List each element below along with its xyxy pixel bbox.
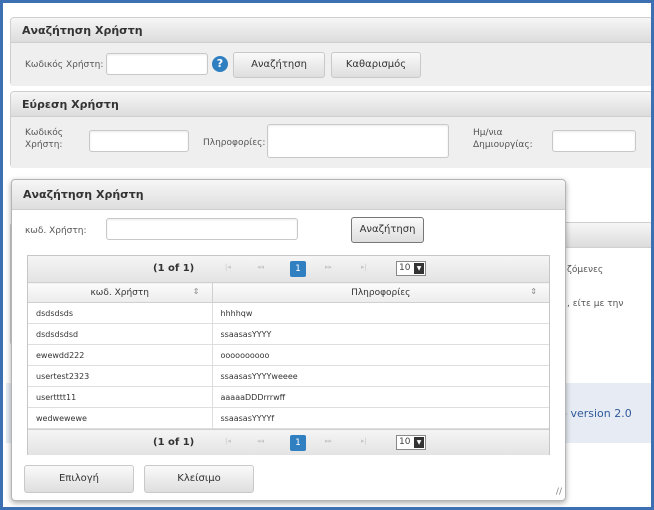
date-input[interactable]: [552, 130, 636, 152]
search-panel-body: Κωδικός Χρήστη: ? Αναζήτηση Καθαρισμός: [11, 43, 651, 86]
page-info: (1 of 1): [153, 437, 195, 448]
page-info: (1 of 1): [153, 263, 195, 274]
find-code-input[interactable]: [89, 130, 189, 152]
search-panel-title: Αναζήτηση Χρήστη: [11, 18, 651, 43]
cell-user-info: ssaasasYYYYweeee: [212, 365, 549, 387]
dialog-code-input[interactable]: [106, 218, 298, 240]
find-code-label-line1: Κωδικός: [25, 128, 64, 138]
table-row[interactable]: usertttt11 aaaaaDDDrrrwff: [28, 386, 549, 408]
prev-page-icon[interactable]: ◂◂: [257, 263, 264, 271]
rows-per-page-value: 10: [399, 263, 411, 273]
sort-icon[interactable]: ⇕: [193, 287, 200, 296]
dialog-title: Αναζήτηση Χρήστη: [12, 180, 565, 210]
select-button[interactable]: Επιλογή: [24, 465, 134, 493]
date-label-line1: Ημ/νια: [473, 128, 503, 138]
search-user-dialog: Αναζήτηση Χρήστη κωδ. Χρήστη: Αναζήτηση …: [11, 179, 566, 501]
cell-user-info: oooooooooo: [212, 344, 549, 366]
chevron-down-icon: ▼: [414, 263, 424, 274]
user-code-label: Κωδικός Χρήστη:: [25, 60, 104, 70]
date-label-line2: Δημιουργίας:: [473, 140, 533, 150]
search-button[interactable]: Αναζήτηση: [233, 52, 325, 78]
find-panel-title: Εύρεση Χρήστη: [11, 92, 651, 117]
sort-icon[interactable]: ⇕: [530, 287, 537, 296]
rows-per-page-select[interactable]: 10 ▼: [396, 261, 426, 276]
column-header-code[interactable]: κωδ. Χρήστη ⇕: [28, 282, 213, 303]
table-row[interactable]: ewewdd222 oooooooooo: [28, 344, 549, 366]
next-page-icon[interactable]: ▸▸: [325, 263, 332, 271]
column-header-code-label: κωδ. Χρήστη: [90, 287, 149, 298]
bottom-paginator: (1 of 1) |◂ ◂◂ 1 ▸▸ ▸| 10 ▼: [28, 429, 549, 455]
search-user-panel: Αναζήτηση Χρήστη Κωδικός Χρήστη: ? Αναζή…: [10, 17, 651, 86]
cell-user-code: ewewdd222: [28, 344, 213, 366]
cell-user-info: ssaasasYYYYf: [212, 407, 549, 429]
table-row[interactable]: dsdsdsdsd ssaasasYYYY: [28, 323, 549, 345]
table-row[interactable]: wedwewewe ssaasasYYYYf: [28, 407, 549, 429]
prev-page-icon[interactable]: ◂◂: [257, 437, 264, 445]
help-icon[interactable]: ?: [212, 56, 228, 72]
info-label: Πληροφορίες:: [203, 138, 266, 148]
first-page-icon[interactable]: |◂: [225, 437, 231, 445]
cell-user-code: usertest2323: [28, 365, 213, 387]
background-text-2: , είτε με την: [567, 299, 624, 309]
version-text: - version 2.0: [563, 407, 632, 420]
cell-user-code: dsdsdsds: [28, 302, 213, 324]
find-panel-body: Κωδικός Χρήστη: Πληροφορίες: Ημ/νια Δημι…: [11, 117, 651, 168]
last-page-icon[interactable]: ▸|: [361, 437, 367, 445]
page-1-button[interactable]: 1: [290, 435, 306, 451]
next-page-icon[interactable]: ▸▸: [325, 437, 332, 445]
table-row[interactable]: usertest2323 ssaasasYYYYweeee: [28, 365, 549, 387]
find-user-panel: Εύρεση Χρήστη Κωδικός Χρήστη: Πληροφορίε…: [10, 91, 651, 168]
cell-user-code: dsdsdsdsd: [28, 323, 213, 345]
chevron-down-icon: ▼: [414, 437, 424, 448]
resize-handle-icon[interactable]: //: [556, 487, 562, 497]
last-page-icon[interactable]: ▸|: [361, 263, 367, 271]
close-button[interactable]: Κλείσιμο: [144, 465, 254, 493]
cell-user-code: wedwewewe: [28, 407, 213, 429]
column-header-info-label: Πληροφορίες: [351, 287, 411, 298]
find-code-label-line2: Χρήστη:: [25, 140, 63, 150]
users-table: κωδ. Χρήστη ⇕ Πληροφορίες ⇕ dsdsdsds hhh…: [28, 282, 549, 429]
clear-button[interactable]: Καθαρισμός: [331, 52, 421, 78]
cell-user-code: usertttt11: [28, 386, 213, 408]
dialog-code-label: κωδ. Χρήστη:: [25, 226, 87, 236]
background-text-1: ζόμενες: [567, 265, 604, 275]
top-paginator: (1 of 1) |◂ ◂◂ 1 ▸▸ ▸| 10 ▼: [28, 256, 549, 282]
rows-per-page-select[interactable]: 10 ▼: [396, 435, 426, 450]
column-header-info[interactable]: Πληροφορίες ⇕: [212, 282, 549, 303]
window-frame: Αναζήτηση Χρήστη Κωδικός Χρήστη: ? Αναζή…: [0, 0, 654, 510]
users-datatable: (1 of 1) |◂ ◂◂ 1 ▸▸ ▸| 10 ▼ κωδ. Χρήστη …: [27, 255, 550, 455]
info-input[interactable]: [267, 124, 449, 158]
first-page-icon[interactable]: |◂: [225, 263, 231, 271]
table-row[interactable]: dsdsdsds hhhhqw: [28, 302, 549, 324]
page-1-button[interactable]: 1: [290, 261, 306, 277]
cell-user-info: ssaasasYYYY: [212, 323, 549, 345]
cell-user-info: aaaaaDDDrrrwff: [212, 386, 549, 408]
user-code-input[interactable]: [106, 53, 208, 75]
table-header-row: κωδ. Χρήστη ⇕ Πληροφορίες ⇕: [28, 282, 549, 303]
dialog-search-button[interactable]: Αναζήτηση: [351, 217, 424, 243]
cell-user-info: hhhhqw: [212, 302, 549, 324]
rows-per-page-value: 10: [399, 437, 411, 447]
